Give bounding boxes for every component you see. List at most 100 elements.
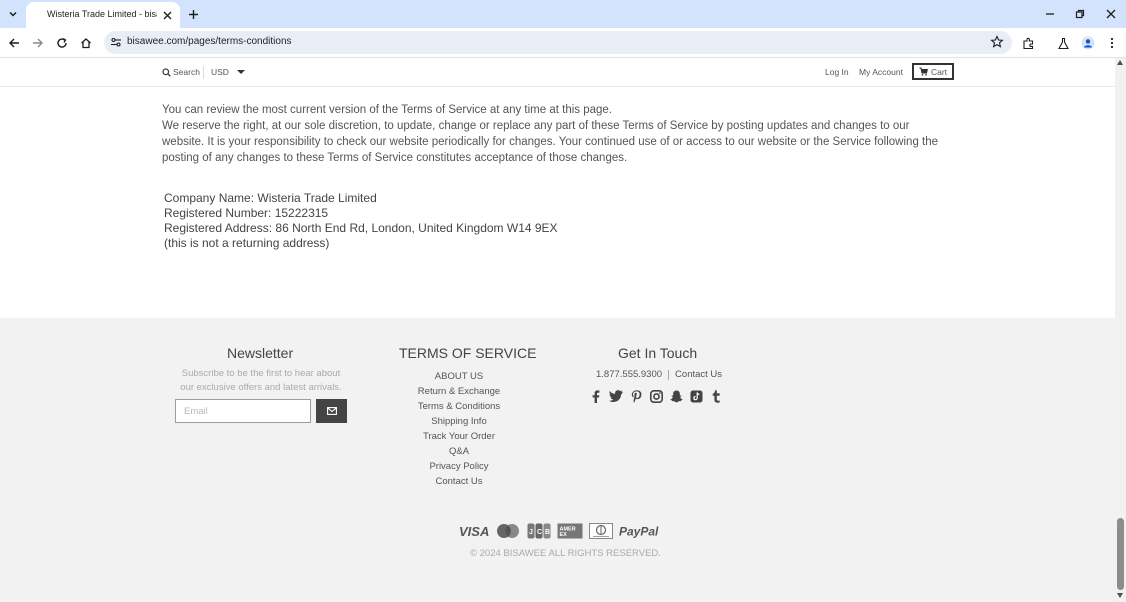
footer-link-terms-conditions[interactable]: Terms & Conditions	[399, 399, 519, 414]
footer-link-about-us[interactable]: ABOUT US	[399, 369, 519, 384]
page-scrollbar[interactable]	[1115, 58, 1126, 602]
chevron-down-icon	[9, 11, 17, 17]
phone-number[interactable]: 1.877.555.9300	[596, 369, 662, 380]
instagram-icon[interactable]	[649, 389, 663, 403]
contact-title: Get In Touch	[618, 345, 698, 361]
restore-button[interactable]	[1071, 5, 1089, 23]
currency-selector[interactable]: USD	[211, 67, 245, 77]
scrollbar-thumb[interactable]	[1117, 518, 1124, 590]
social-links	[589, 389, 723, 403]
mastercard-icon	[495, 523, 521, 539]
tab-close-button[interactable]	[160, 8, 174, 22]
tiktok-icon[interactable]	[689, 389, 703, 403]
footer-link-shipping-info[interactable]: Shipping Info	[399, 414, 519, 429]
forward-button[interactable]	[28, 33, 48, 53]
site-header: Search USD Log In My Account Cart	[0, 58, 1115, 87]
more-vert-icon	[1110, 37, 1114, 49]
home-button[interactable]	[76, 33, 96, 53]
browser-toolbar: bisawee.com/pages/terms-conditions	[0, 28, 1126, 58]
contact-us-link[interactable]: Contact Us	[675, 369, 722, 380]
site-settings-icon[interactable]	[110, 36, 122, 48]
tab-search-button[interactable]	[4, 5, 22, 23]
pinterest-icon[interactable]	[629, 389, 643, 403]
envelope-icon	[326, 407, 337, 415]
newsletter-submit-button[interactable]	[316, 399, 347, 423]
browser-tab-strip: Wisteria Trade Limited - bisawe	[0, 0, 1126, 28]
company-info: Company Name: Wisteria Trade Limited Reg…	[164, 191, 558, 251]
plus-icon	[188, 9, 198, 19]
amex-icon: AMER EX	[557, 523, 583, 539]
newsletter-title: Newsletter	[227, 345, 294, 361]
terms-links: ABOUT US Return & Exchange Terms & Condi…	[399, 369, 519, 489]
lab-button[interactable]	[1054, 34, 1072, 52]
scroll-up-arrow[interactable]	[1117, 60, 1123, 65]
minimize-icon	[1046, 13, 1054, 15]
my-account-link[interactable]: My Account	[859, 67, 903, 77]
visa-icon: VISA	[459, 523, 489, 539]
tab-title: Wisteria Trade Limited - bisawe	[47, 9, 157, 19]
close-icon	[1106, 9, 1116, 19]
tumblr-icon[interactable]	[709, 389, 723, 403]
terms-content: You can review the most current version …	[162, 102, 952, 166]
new-tab-button[interactable]	[185, 6, 201, 22]
header-search-label: Search	[173, 67, 200, 77]
browser-menu-button[interactable]	[1103, 34, 1121, 52]
caret-down-icon	[236, 70, 245, 74]
twitter-icon[interactable]	[609, 389, 623, 403]
reload-button[interactable]	[52, 33, 72, 53]
footer-link-contact-us[interactable]: Contact Us	[399, 474, 519, 489]
profile-button[interactable]	[1079, 34, 1097, 52]
avatar-icon	[1081, 36, 1095, 50]
svg-text:VISA: VISA	[459, 525, 489, 537]
address-bar[interactable]: bisawee.com/pages/terms-conditions	[104, 31, 1012, 54]
terms-paragraph: We reserve the right, at our sole discre…	[162, 120, 939, 164]
cart-button[interactable]: Cart	[912, 63, 954, 80]
browser-tab-active[interactable]: Wisteria Trade Limited - bisawe	[26, 2, 180, 28]
cart-label: Cart	[930, 66, 948, 77]
home-icon	[81, 38, 91, 49]
footer-link-qa[interactable]: Q&A	[399, 444, 519, 459]
currency-value: USD	[211, 67, 229, 77]
login-link[interactable]: Log In	[825, 67, 849, 77]
company-name: Company Name: Wisteria Trade Limited	[164, 191, 377, 205]
contact-line: 1.877.555.9300 Contact Us	[596, 369, 722, 380]
restore-icon	[1075, 9, 1085, 19]
minimize-button[interactable]	[1041, 5, 1059, 23]
registered-address: Registered Address: 86 North End Rd, Lon…	[164, 221, 558, 235]
svg-text:C: C	[537, 529, 542, 536]
contact-divider	[668, 369, 670, 380]
scroll-down-arrow[interactable]	[1117, 593, 1123, 598]
facebook-icon[interactable]	[589, 389, 603, 403]
reload-icon	[57, 37, 67, 48]
puzzle-icon	[1022, 37, 1033, 49]
arrow-left-icon	[9, 38, 19, 48]
page-viewport: Search USD Log In My Account Cart You ca…	[0, 58, 1115, 602]
bookmark-star-icon[interactable]	[990, 35, 1004, 49]
url-text: bisawee.com/pages/terms-conditions	[127, 36, 292, 47]
header-divider	[203, 66, 204, 79]
extensions-button[interactable]	[1019, 34, 1037, 52]
flask-icon	[1057, 37, 1069, 49]
back-button[interactable]	[4, 33, 24, 53]
cart-icon	[919, 67, 928, 76]
footer-link-return-exchange[interactable]: Return & Exchange	[399, 384, 519, 399]
search-icon	[162, 67, 171, 77]
newsletter-text: Subscribe to be the first to hear about …	[180, 368, 342, 393]
paypal-icon: PayPal	[619, 523, 671, 539]
footer-link-privacy-policy[interactable]: Privacy Policy	[399, 459, 519, 474]
copyright-text: © 2024 BISAWEE ALL RIGHTS RESERVED.	[470, 548, 661, 559]
svg-text:J: J	[529, 529, 533, 536]
svg-text:PayPal: PayPal	[619, 525, 659, 539]
close-icon	[163, 11, 171, 19]
svg-text:EX: EX	[560, 532, 568, 538]
diners-club-icon	[589, 523, 613, 539]
snapchat-icon[interactable]	[669, 389, 683, 403]
header-search-link[interactable]: Search	[162, 67, 200, 77]
newsletter-email-input[interactable]	[175, 399, 311, 423]
address-note: (this is not a returning address)	[164, 236, 330, 250]
payment-methods: VISA JCB AMER EX PayPal	[459, 523, 671, 539]
footer-link-track-order[interactable]: Track Your Order	[399, 429, 519, 444]
site-footer: Newsletter Subscribe to be the first to …	[0, 318, 1115, 602]
terms-title: TERMS OF SERVICE	[399, 345, 537, 361]
close-window-button[interactable]	[1102, 5, 1120, 23]
